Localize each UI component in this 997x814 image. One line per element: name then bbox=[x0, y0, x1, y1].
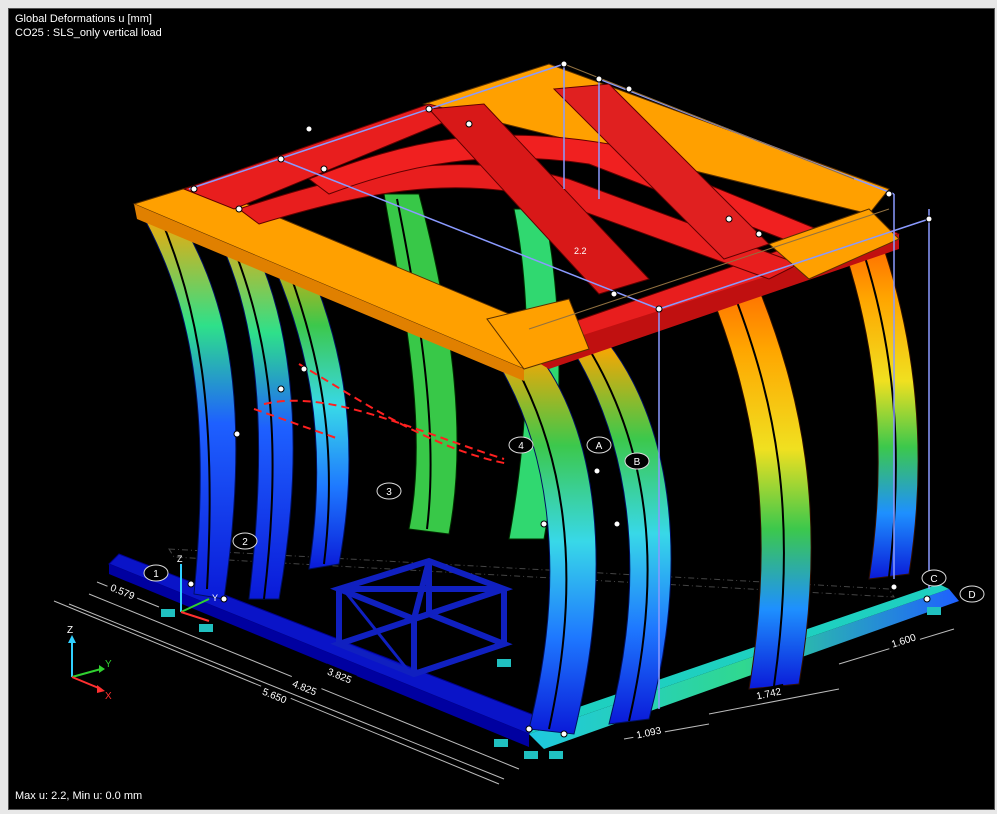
svg-text:1: 1 bbox=[153, 569, 159, 580]
axis-gizmo[interactable]: Z Y X bbox=[67, 625, 112, 702]
svg-text:0.579: 0.579 bbox=[109, 583, 137, 603]
load-case-label: CO25 : SLS_only vertical load bbox=[15, 27, 162, 39]
grid-marker-1[interactable]: 1 bbox=[143, 564, 169, 582]
svg-text:A: A bbox=[596, 441, 603, 452]
svg-text:C: C bbox=[930, 574, 937, 585]
grid-marker-4[interactable]: 4 bbox=[508, 436, 534, 454]
column-right-front[interactable] bbox=[708, 288, 812, 690]
svg-text:4.825: 4.825 bbox=[291, 679, 319, 699]
peak-value-label: 2.2 bbox=[574, 246, 587, 256]
svg-text:3: 3 bbox=[386, 487, 392, 498]
svg-text:Z: Z bbox=[177, 554, 183, 564]
structure-render[interactable]: 2.2 1 2 3 4 A B C D 0.579 3.825 4.825 5.… bbox=[9, 9, 994, 809]
result-title: Global Deformations u [mm] bbox=[15, 13, 152, 25]
svg-text:D: D bbox=[968, 590, 975, 601]
grid-marker-d[interactable]: D bbox=[959, 585, 985, 603]
svg-text:5.650: 5.650 bbox=[261, 687, 289, 707]
y-axis-icon bbox=[71, 668, 102, 678]
x-axis-icon bbox=[71, 676, 102, 690]
svg-text:Y: Y bbox=[105, 659, 112, 670]
grid-marker-b[interactable]: B bbox=[624, 452, 650, 470]
grid-marker-a[interactable]: A bbox=[586, 436, 612, 454]
result-header: Global Deformations u [mm] CO25 : SLS_on… bbox=[15, 12, 162, 40]
column-right-rear[interactable] bbox=[843, 248, 919, 580]
result-extremes: Max u: 2.2, Min u: 0.0 mm bbox=[15, 790, 143, 802]
svg-text:B: B bbox=[634, 457, 641, 468]
svg-text:1.600: 1.600 bbox=[890, 632, 918, 650]
svg-text:2: 2 bbox=[242, 537, 248, 548]
grid-marker-2[interactable]: 2 bbox=[232, 532, 258, 550]
svg-text:X: X bbox=[105, 691, 112, 702]
svg-text:Y: Y bbox=[212, 593, 218, 603]
grid-marker-3[interactable]: 3 bbox=[376, 482, 402, 500]
center-cage[interactable] bbox=[330, 557, 514, 678]
grid-marker-c[interactable]: C bbox=[921, 569, 947, 587]
model-viewport[interactable]: 2.2 1 2 3 4 A B C D 0.579 3.825 4.825 5.… bbox=[8, 8, 995, 810]
svg-text:Z: Z bbox=[67, 625, 73, 636]
svg-text:4: 4 bbox=[518, 441, 524, 452]
